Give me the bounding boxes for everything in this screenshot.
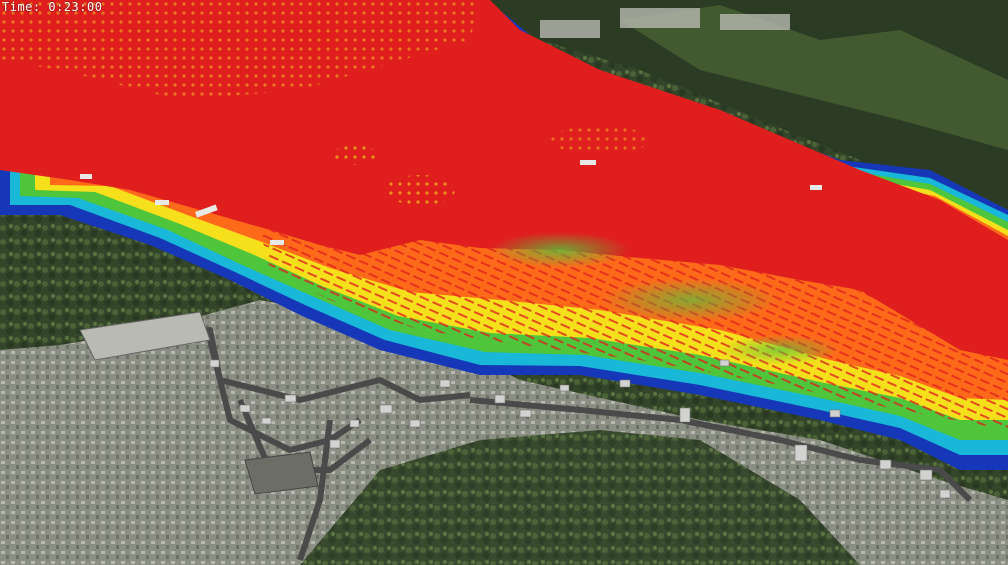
simulation-time-readout: Time: 0:23:00 bbox=[2, 0, 102, 14]
flood-dotted-island bbox=[550, 126, 650, 154]
time-value: 0:23:00 bbox=[48, 0, 103, 14]
flood-dotted-island bbox=[385, 175, 455, 205]
flood-green-patch bbox=[490, 232, 630, 268]
flood-dotted-island bbox=[333, 145, 377, 165]
flood-green-patch bbox=[600, 278, 780, 322]
flood-green-patch bbox=[720, 335, 840, 365]
time-label: Time: bbox=[2, 0, 41, 14]
flood-simulation-view bbox=[0, 0, 1008, 565]
building-central bbox=[244, 451, 319, 495]
